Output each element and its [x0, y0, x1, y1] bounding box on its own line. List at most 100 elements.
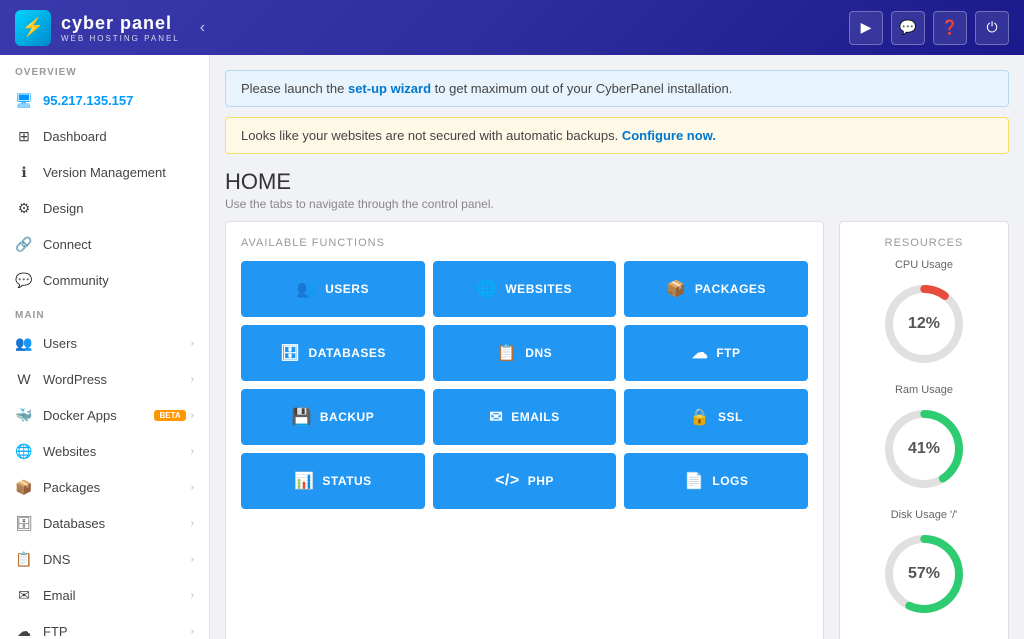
websites-func-label: WEBSITES — [505, 282, 572, 296]
sidebar-item-email[interactable]: ✉ Email › — [0, 577, 209, 613]
dns-icon: 📋 — [15, 550, 33, 568]
setup-wizard-alert: Please launch the set-up wizard to get m… — [225, 70, 1009, 107]
sidebar-item-community[interactable]: 💬 Community — [0, 262, 209, 298]
sidebar-packages-label: Packages — [43, 480, 191, 495]
sidebar-wordpress-label: WordPress — [43, 372, 191, 387]
functions-grid: 👥 USERS 🌐 WEBSITES 📦 PACKAGES 🗄 DATABASE… — [241, 261, 808, 509]
logo-sub: WEB HOSTING PANEL — [61, 34, 180, 43]
logs-function-button[interactable]: 📄 LOGS — [624, 453, 808, 509]
websites-icon: 🌐 — [15, 442, 33, 460]
sidebar-email-label: Email — [43, 588, 191, 603]
status-function-button[interactable]: 📊 STATUS — [241, 453, 425, 509]
logs-func-label: LOGS — [712, 474, 748, 488]
sidebar-docker-label: Docker Apps — [43, 408, 154, 423]
ram-donut-wrap: 41% — [879, 404, 969, 494]
ssl-func-label: SSL — [718, 410, 743, 424]
users-arrow-icon: › — [191, 338, 194, 349]
sidebar-websites-label: Websites — [43, 444, 191, 459]
sidebar-item-connect[interactable]: 🔗 Connect — [0, 226, 209, 262]
alert-blue-rest: to get maximum out of your CyberPanel in… — [431, 81, 732, 96]
sidebar-version-label: Version Management — [43, 165, 194, 180]
sidebar-item-wordpress[interactable]: W WordPress › — [0, 361, 209, 397]
collapse-button[interactable]: ‹ — [200, 19, 205, 37]
disk-usage-value: 57% — [908, 565, 940, 583]
sidebar-item-dns[interactable]: 📋 DNS › — [0, 541, 209, 577]
ftp-icon: ☁ — [15, 622, 33, 639]
disk-donut-container: 57% — [855, 529, 993, 619]
sidebar-item-ftp[interactable]: ☁ FTP › — [0, 613, 209, 639]
websites-func-icon: 🌐 — [477, 279, 497, 299]
packages-function-button[interactable]: 📦 PACKAGES — [624, 261, 808, 317]
logo-title: cyber panel — [61, 13, 180, 34]
email-arrow-icon: › — [191, 590, 194, 601]
page-title: HOME — [225, 169, 1009, 195]
sidebar-community-label: Community — [43, 273, 194, 288]
docker-beta-badge: BETA — [154, 410, 185, 421]
sidebar-item-design[interactable]: ⚙ Design — [0, 190, 209, 226]
alert-blue-text: Please launch the — [241, 81, 348, 96]
sidebar-databases-label: Databases — [43, 516, 191, 531]
home-section: HOME Use the tabs to navigate through th… — [225, 164, 1009, 211]
sidebar-item-dashboard[interactable]: ⊞ Dashboard — [0, 118, 209, 154]
sidebar-item-version-management[interactable]: ℹ Version Management — [0, 154, 209, 190]
websites-arrow-icon: › — [191, 446, 194, 457]
backup-func-label: BACKUP — [320, 410, 374, 424]
configure-now-link[interactable]: Configure now. — [622, 128, 716, 143]
sidebar-connect-label: Connect — [43, 237, 194, 252]
backup-function-button[interactable]: 💾 BACKUP — [241, 389, 425, 445]
sidebar: OVERVIEW 🖥 95.217.135.157 ⊞ Dashboard ℹ … — [0, 55, 210, 639]
users-icon: 👥 — [15, 334, 33, 352]
alert-yellow-text: Looks like your websites are not secured… — [241, 128, 622, 143]
dns-func-icon: 📋 — [497, 343, 517, 363]
sidebar-item-users[interactable]: 👥 Users › — [0, 325, 209, 361]
users-func-label: USERS — [325, 282, 369, 296]
sidebar-item-packages[interactable]: 📦 Packages › — [0, 469, 209, 505]
design-icon: ⚙ — [15, 199, 33, 217]
websites-function-button[interactable]: 🌐 WEBSITES — [433, 261, 617, 317]
info-icon: ℹ — [15, 163, 33, 181]
help-icon-button[interactable]: ❓ — [933, 11, 967, 45]
content-grid: AVAILABLE FUNCTIONS 👥 USERS 🌐 WEBSITES 📦… — [225, 221, 1009, 639]
php-function-button[interactable]: </> PHP — [433, 453, 617, 509]
databases-func-icon: 🗄 — [280, 343, 301, 363]
sidebar-design-label: Design — [43, 201, 194, 216]
youtube-icon-button[interactable]: ▶ — [849, 11, 883, 45]
databases-func-label: DATABASES — [309, 346, 386, 360]
databases-icon: 🗄 — [15, 514, 33, 532]
packages-arrow-icon: › — [191, 482, 194, 493]
sidebar-ftp-label: FTP — [43, 624, 191, 639]
dashboard-icon: ⊞ — [15, 127, 33, 145]
logo-text: cyber panel WEB HOSTING PANEL — [61, 13, 180, 43]
header-left: ⚡ cyber panel WEB HOSTING PANEL ‹ — [15, 10, 205, 46]
cpu-usage-label: CPU Usage — [855, 259, 993, 271]
emails-function-button[interactable]: ✉ EMAILS — [433, 389, 617, 445]
chat-icon-button[interactable]: 💬 — [891, 11, 925, 45]
ftp-function-button[interactable]: ☁ FTP — [624, 325, 808, 381]
ram-usage-value: 41% — [908, 440, 940, 458]
sidebar-item-ip[interactable]: 🖥 95.217.135.157 — [0, 82, 209, 118]
packages-func-label: PACKAGES — [695, 282, 766, 296]
sidebar-item-docker-apps[interactable]: 🐳 Docker Apps BETA › — [0, 397, 209, 433]
wordpress-arrow-icon: › — [191, 374, 194, 385]
sidebar-item-databases[interactable]: 🗄 Databases › — [0, 505, 209, 541]
dns-function-button[interactable]: 📋 DNS — [433, 325, 617, 381]
packages-func-icon: 📦 — [666, 279, 686, 299]
php-func-icon: </> — [495, 472, 520, 490]
layout: OVERVIEW 🖥 95.217.135.157 ⊞ Dashboard ℹ … — [0, 55, 1024, 639]
sidebar-item-websites[interactable]: 🌐 Websites › — [0, 433, 209, 469]
disk-usage-label: Disk Usage '/' — [855, 509, 993, 521]
power-icon-button[interactable]: ⏻ — [975, 11, 1009, 45]
ftp-func-label: FTP — [716, 346, 740, 360]
sidebar-dashboard-label: Dashboard — [43, 129, 194, 144]
ssl-function-button[interactable]: 🔒 SSL — [624, 389, 808, 445]
cpu-donut-wrap: 12% — [879, 279, 969, 369]
users-function-button[interactable]: 👥 USERS — [241, 261, 425, 317]
ftp-arrow-icon: › — [191, 626, 194, 637]
databases-function-button[interactable]: 🗄 DATABASES — [241, 325, 425, 381]
header-right: ▶ 💬 ❓ ⏻ — [849, 11, 1009, 45]
setup-wizard-link[interactable]: set-up wizard — [348, 81, 431, 96]
main-content: Please launch the set-up wizard to get m… — [210, 55, 1024, 639]
backup-warning-alert: Looks like your websites are not secured… — [225, 117, 1009, 154]
ram-usage-item: Ram Usage 41% — [855, 384, 993, 494]
dns-arrow-icon: › — [191, 554, 194, 565]
